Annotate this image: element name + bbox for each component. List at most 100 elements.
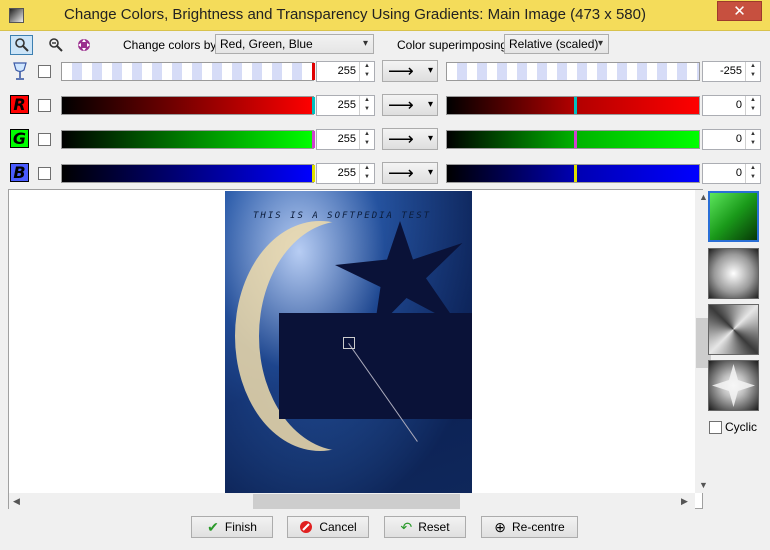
transparency-checkbox[interactable] bbox=[38, 65, 51, 78]
blue-end-spinner[interactable]: 0 ▲ ▼ bbox=[702, 163, 761, 184]
blue-start-spinner[interactable]: 255 ▲ ▼ bbox=[316, 163, 375, 184]
green-channel-icon: G bbox=[10, 129, 30, 149]
cancel-button[interactable]: Cancel bbox=[287, 516, 369, 538]
spinner-arrows[interactable]: ▲ ▼ bbox=[745, 96, 760, 115]
cyclic-label: Cyclic bbox=[725, 420, 757, 434]
gradient-center-handle[interactable] bbox=[343, 337, 355, 349]
chevron-down-icon: ▾ bbox=[597, 38, 603, 49]
blue-end-marker[interactable] bbox=[574, 165, 577, 182]
blue-start-gradient[interactable] bbox=[61, 164, 315, 183]
spinner-arrows[interactable]: ▲ ▼ bbox=[745, 62, 760, 81]
transparency-icon bbox=[10, 61, 30, 81]
blue-start-value: 255 bbox=[337, 167, 356, 179]
linear-gradient-preset[interactable] bbox=[708, 191, 759, 242]
undo-icon: ↶ bbox=[400, 519, 413, 535]
goblet-icon bbox=[13, 62, 27, 80]
scroll-left-icon[interactable]: ◀ bbox=[13, 496, 20, 507]
blue-start-marker[interactable] bbox=[312, 165, 315, 182]
change-colors-label: Change colors by: bbox=[123, 38, 220, 52]
blue-checkbox[interactable] bbox=[38, 167, 51, 180]
transparency-start-gradient[interactable] bbox=[61, 62, 315, 81]
star-gradient-preset[interactable] bbox=[708, 360, 759, 411]
transparency-end-gradient[interactable] bbox=[446, 62, 700, 81]
transparency-direction-select[interactable]: ⟶ ▾ bbox=[382, 60, 438, 82]
spinner-arrows[interactable]: ▲ ▼ bbox=[359, 130, 374, 149]
zoom-in-tool-button[interactable] bbox=[10, 35, 33, 55]
spinner-arrows[interactable]: ▲ ▼ bbox=[359, 164, 374, 183]
star-shape-icon bbox=[712, 364, 755, 407]
blue-end-gradient[interactable] bbox=[446, 164, 700, 183]
preview-image[interactable]: THIS IS A SOFTPEDIA TEST bbox=[225, 191, 472, 493]
red-start-marker[interactable] bbox=[312, 97, 315, 114]
blue-letter-badge: B bbox=[10, 163, 29, 182]
dark-overlay-shape bbox=[279, 313, 472, 419]
red-end-spinner[interactable]: 0 ▲ ▼ bbox=[702, 95, 761, 116]
transparency-start-value: 255 bbox=[337, 65, 356, 77]
red-end-marker[interactable] bbox=[574, 97, 577, 114]
cyclic-checkbox[interactable] bbox=[709, 421, 722, 434]
change-colors-select[interactable]: Red, Green, Blue ▾ bbox=[215, 34, 374, 54]
right-arrow-icon: ⟶ bbox=[388, 163, 414, 183]
title-bar: Change Colors, Brightness and Transparen… bbox=[0, 0, 770, 31]
blue-direction-select[interactable]: ⟶ ▾ bbox=[382, 162, 438, 184]
spinner-arrows[interactable]: ▲ ▼ bbox=[745, 164, 760, 183]
spinner-arrows[interactable]: ▲ ▼ bbox=[359, 62, 374, 81]
green-start-spinner[interactable]: 255 ▲ ▼ bbox=[316, 129, 375, 150]
red-start-value: 255 bbox=[337, 99, 356, 111]
red-direction-select[interactable]: ⟶ ▾ bbox=[382, 94, 438, 116]
chevron-down-icon: ▾ bbox=[427, 167, 433, 178]
green-letter-badge: G bbox=[10, 129, 29, 148]
green-checkbox[interactable] bbox=[38, 133, 51, 146]
spinner-arrows[interactable]: ▲ ▼ bbox=[745, 130, 760, 149]
red-checkbox[interactable] bbox=[38, 99, 51, 112]
image-caption: THIS IS A SOFTPEDIA TEST bbox=[253, 211, 432, 221]
green-direction-select[interactable]: ⟶ ▾ bbox=[382, 128, 438, 150]
right-arrow-icon: ⟶ bbox=[388, 95, 414, 115]
reset-button[interactable]: ↶ Reset bbox=[384, 516, 466, 538]
green-end-value: 0 bbox=[735, 133, 742, 145]
spinner-arrows[interactable]: ▲ ▼ bbox=[359, 96, 374, 115]
radial-gradient-preset[interactable] bbox=[708, 248, 759, 299]
checkmark-icon: ✔ bbox=[207, 519, 219, 535]
red-start-gradient[interactable] bbox=[61, 96, 315, 115]
square-gradient-preset[interactable] bbox=[708, 304, 759, 355]
green-start-gradient[interactable] bbox=[61, 130, 315, 149]
scroll-up-icon[interactable]: ▲ bbox=[699, 192, 708, 202]
cancel-label: Cancel bbox=[319, 520, 357, 534]
green-end-spinner[interactable]: 0 ▲ ▼ bbox=[702, 129, 761, 150]
finish-button[interactable]: ✔ Finish bbox=[191, 516, 273, 538]
chevron-down-icon: ▾ bbox=[427, 133, 433, 144]
scroll-right-icon[interactable]: ▶ bbox=[681, 496, 688, 507]
green-end-gradient[interactable] bbox=[446, 130, 700, 149]
right-arrow-icon: ⟶ bbox=[388, 61, 414, 81]
superimpose-select[interactable]: Relative (scaled) ▾ bbox=[504, 34, 609, 54]
chevron-down-icon: ▾ bbox=[427, 65, 433, 76]
cancel-icon bbox=[300, 521, 313, 533]
transparency-end-spinner[interactable]: -255 ▲ ▼ bbox=[702, 61, 761, 82]
horizontal-scroll-thumb[interactable] bbox=[253, 494, 460, 509]
green-start-value: 255 bbox=[337, 133, 356, 145]
blue-channel-icon: B bbox=[10, 163, 30, 183]
red-start-spinner[interactable]: 255 ▲ ▼ bbox=[316, 95, 375, 116]
superimpose-value: Relative (scaled) bbox=[509, 37, 599, 51]
window-title: Change Colors, Brightness and Transparen… bbox=[64, 6, 646, 23]
transparency-start-marker[interactable] bbox=[312, 63, 315, 80]
close-window-button[interactable]: ✕ bbox=[717, 1, 762, 21]
right-arrow-icon: ⟶ bbox=[388, 129, 414, 149]
red-end-gradient[interactable] bbox=[446, 96, 700, 115]
horizontal-scrollbar[interactable]: ◀ ▶ bbox=[9, 493, 695, 510]
zoom-in-icon bbox=[14, 38, 29, 52]
move-icon bbox=[77, 39, 90, 51]
move-tool-button[interactable] bbox=[72, 35, 95, 55]
recentre-button[interactable]: ⊕ Re-centre bbox=[481, 516, 578, 538]
recentre-label: Re-centre bbox=[512, 520, 565, 534]
zoom-out-tool-button[interactable] bbox=[44, 35, 67, 55]
red-letter-badge: R bbox=[10, 95, 29, 114]
image-canvas[interactable]: THIS IS A SOFTPEDIA TEST ▲ ▼ ◀ ▶ bbox=[8, 189, 712, 510]
superimpose-label: Color superimposing: bbox=[397, 38, 511, 52]
chevron-down-icon: ▾ bbox=[362, 38, 368, 49]
scroll-down-icon[interactable]: ▼ bbox=[699, 480, 708, 490]
green-start-marker[interactable] bbox=[312, 131, 315, 148]
transparency-start-spinner[interactable]: 255 ▲ ▼ bbox=[316, 61, 375, 82]
green-end-marker[interactable] bbox=[574, 131, 577, 148]
